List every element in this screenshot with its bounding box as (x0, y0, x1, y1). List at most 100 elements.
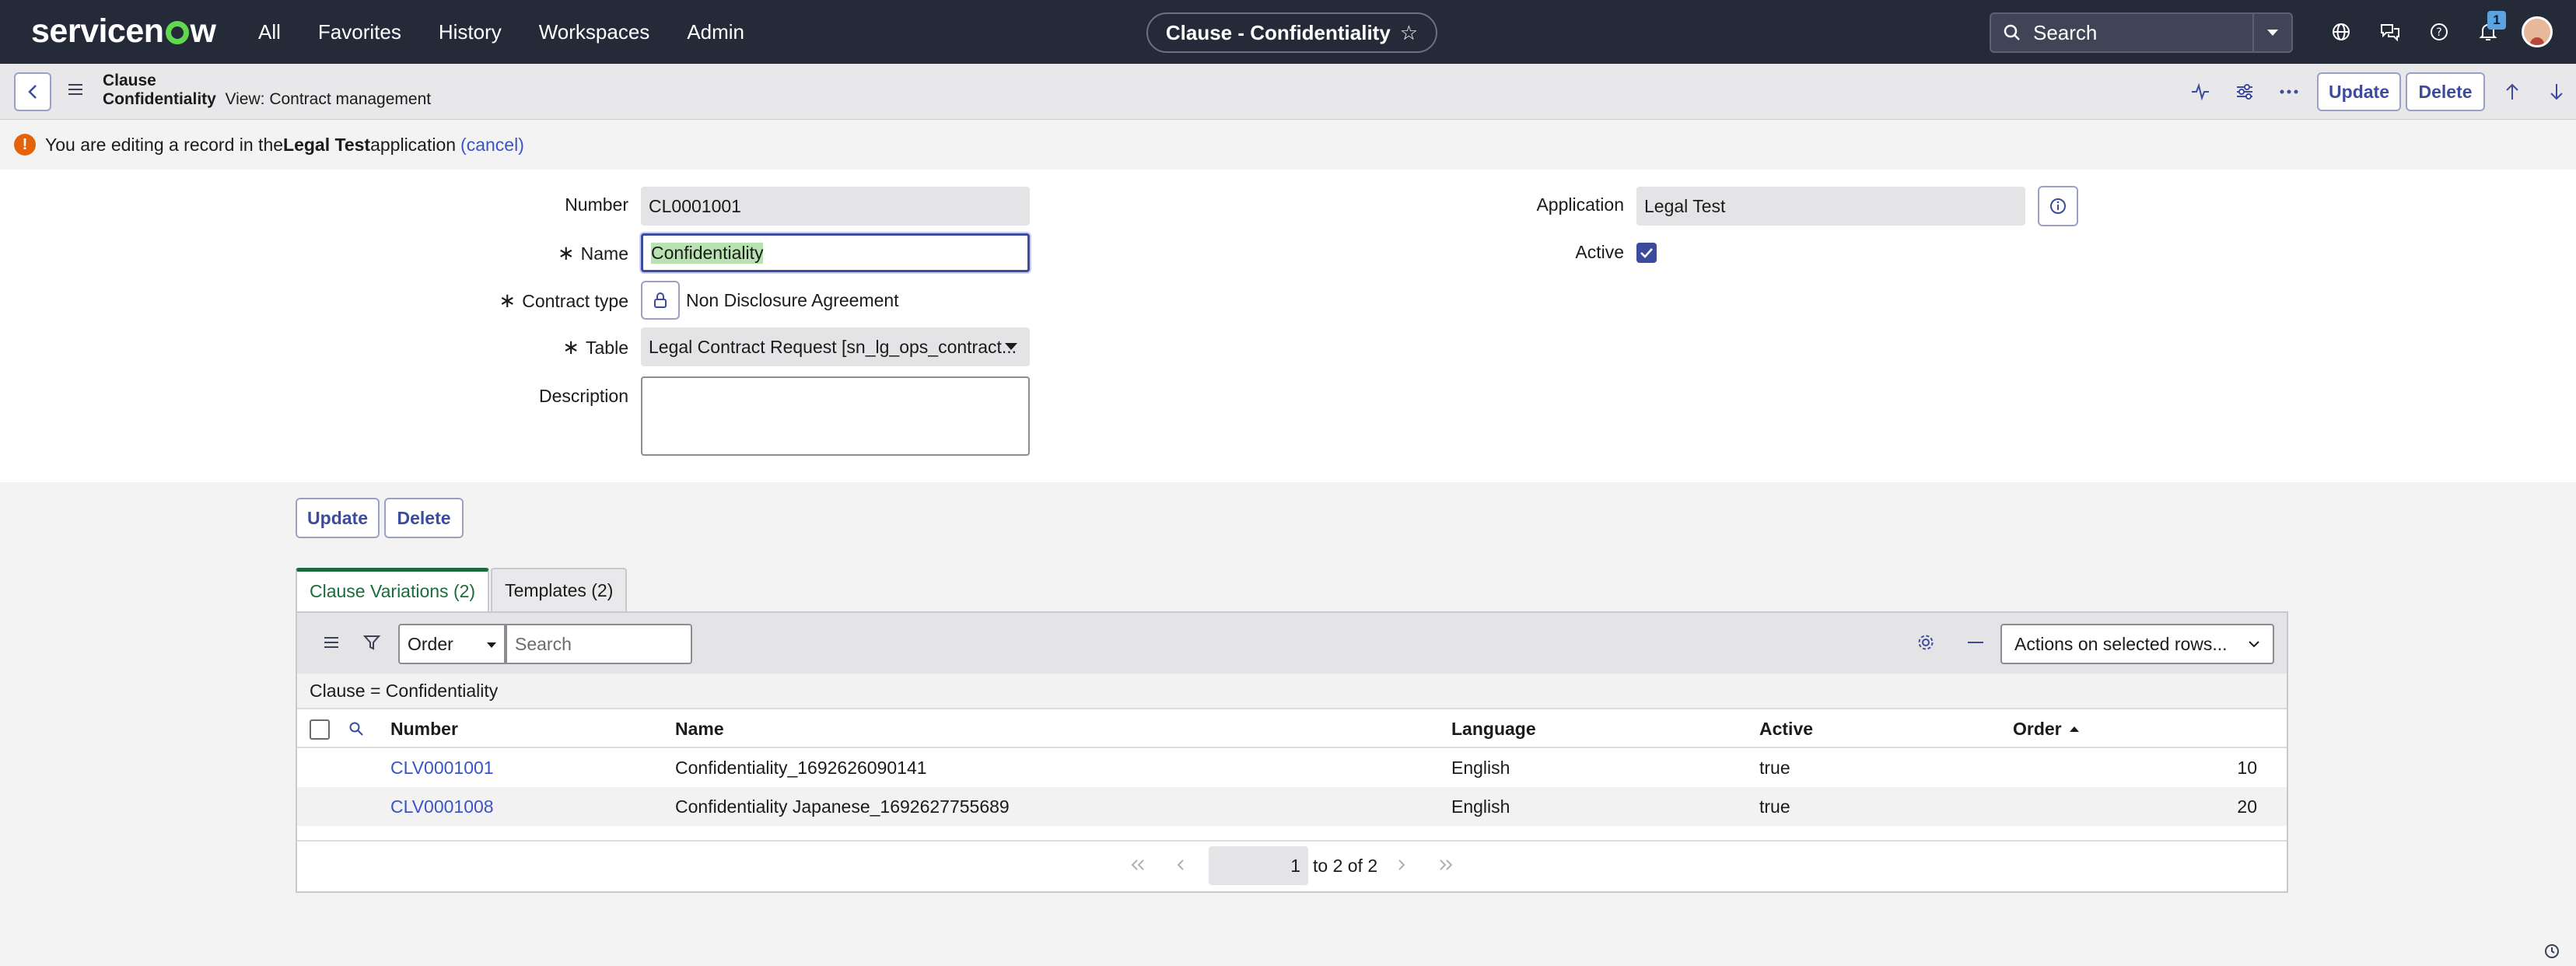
back-icon (28, 85, 37, 99)
back-button[interactable] (14, 72, 51, 111)
number-field[interactable]: CL0001001 (641, 187, 1030, 226)
svg-text:?: ? (2436, 26, 2441, 39)
banner-prefix: You are editing a record in the (45, 134, 284, 155)
column-language[interactable]: Language (1451, 709, 1536, 748)
active-checkbox[interactable] (1636, 243, 1657, 263)
name-field[interactable]: Confidentiality (641, 233, 1030, 272)
row-name: Confidentiality_1692626090141 (675, 757, 927, 778)
list-menu-icon[interactable] (314, 625, 348, 660)
chevron-down-icon[interactable] (2252, 14, 2291, 51)
order-select[interactable]: Order (398, 624, 506, 664)
name-value: Confidentiality (651, 242, 764, 264)
required-icon: ∗ (499, 289, 516, 312)
record-type: Clause (103, 72, 156, 89)
info-button[interactable] (2038, 186, 2078, 226)
caret-down-icon (1005, 343, 1017, 350)
more-icon[interactable] (2266, 72, 2311, 112)
column-name[interactable]: Name (675, 709, 724, 748)
description-field[interactable] (641, 376, 1030, 456)
header-delete-button[interactable]: Delete (2406, 72, 2485, 111)
list-search-input[interactable]: Search (506, 624, 692, 664)
banner-suffix: application (370, 134, 457, 155)
name-label: ∗ Name (436, 241, 628, 265)
nav-history[interactable]: History (439, 20, 502, 44)
clock-icon[interactable] (2543, 943, 2560, 964)
filter-icon[interactable] (355, 625, 389, 660)
arrow-down-icon[interactable] (2534, 72, 2576, 112)
globe-icon[interactable] (2316, 0, 2365, 64)
nav-links: All Favorites History Workspaces Admin (258, 0, 782, 64)
warning-icon: ! (14, 134, 36, 156)
settings-sliders-icon[interactable] (2222, 72, 2266, 112)
banner-app: Legal Test (283, 134, 371, 155)
chevron-down-icon (2249, 641, 2259, 648)
lock-button[interactable] (641, 281, 680, 320)
edit-banner: ! You are editing a record in the Legal … (0, 121, 2576, 169)
nav-workspaces[interactable]: Workspaces (539, 20, 650, 44)
row-language: English (1451, 796, 1510, 817)
application-field[interactable]: Legal Test (1636, 187, 2025, 226)
header-update-button[interactable]: Update (2317, 72, 2401, 111)
record-header: Clause Confidentiality View: Contract ma… (0, 64, 2576, 120)
table-label: ∗ Table (436, 335, 628, 359)
update-button[interactable]: Update (296, 498, 380, 538)
row-active: true (1759, 796, 1790, 817)
select-all-checkbox[interactable] (310, 719, 330, 740)
record-form: Number CL0001001 ∗ Name Confidentiality ∗… (0, 170, 2576, 482)
activity-icon[interactable] (2178, 72, 2222, 112)
search-input[interactable]: Search (2033, 21, 2252, 45)
global-search[interactable]: Search (1990, 12, 2293, 53)
lock-icon (654, 292, 667, 308)
row-language: English (1451, 757, 1510, 778)
chat-icon[interactable] (2365, 0, 2414, 64)
next-page-icon[interactable] (1397, 856, 1406, 876)
row-name: Confidentiality Japanese_1692627755689 (675, 796, 1010, 817)
first-page-icon[interactable] (1129, 856, 1146, 876)
column-order[interactable]: Order (2013, 709, 2081, 748)
user-avatar[interactable] (2512, 0, 2561, 64)
table-select[interactable]: Legal Contract Request [sn_lg_ops_contra… (641, 327, 1030, 366)
cancel-link[interactable]: (cancel) (460, 135, 524, 156)
row-number-link[interactable]: CLV0001008 (390, 796, 494, 817)
number-label: Number (565, 194, 628, 215)
tab-templates[interactable]: Templates (2) (491, 568, 628, 611)
row-order: 20 (2237, 796, 2257, 817)
pagination: 1 to 2 of 2 (297, 840, 2287, 890)
list-toolbar: Order Search Actions on selected rows... (297, 613, 2287, 674)
record-title-pill[interactable]: Clause - Confidentiality ☆ (1146, 12, 1437, 53)
column-active[interactable]: Active (1759, 709, 1813, 748)
bell-icon[interactable]: 1 (2463, 0, 2512, 64)
last-page-icon[interactable] (1437, 856, 1454, 876)
required-icon: ∗ (562, 335, 580, 359)
header-tools: Update Delete (2178, 72, 2576, 112)
view-label[interactable]: View: Contract management (226, 90, 432, 108)
menu-icon[interactable] (67, 81, 84, 102)
check-icon (1640, 248, 1653, 258)
delete-button[interactable]: Delete (384, 498, 464, 538)
page-input[interactable]: 1 (1209, 846, 1308, 885)
list-breadcrumb[interactable]: Clause = Confidentiality (297, 674, 2287, 709)
nav-admin[interactable]: Admin (687, 20, 744, 44)
order-select-value: Order (408, 633, 453, 654)
nav-favorites[interactable]: Favorites (318, 20, 401, 44)
prev-page-icon[interactable] (1176, 856, 1185, 876)
sort-ascending-icon (2069, 726, 2079, 732)
avatar (2521, 16, 2553, 47)
column-search-icon[interactable] (348, 709, 364, 748)
record-display-name: Confidentiality (103, 90, 216, 108)
row-active: true (1759, 757, 1790, 778)
help-icon[interactable]: ? (2414, 0, 2463, 64)
star-icon[interactable]: ☆ (1400, 21, 1418, 45)
description-label: Description (538, 386, 628, 406)
column-number[interactable]: Number (390, 709, 458, 748)
gear-icon[interactable] (1909, 625, 1943, 660)
actions-select[interactable]: Actions on selected rows... (2000, 624, 2274, 664)
servicenow-logo[interactable]: servicen w (31, 11, 216, 51)
tab-clause-variations[interactable]: Clause Variations (2) (296, 568, 490, 611)
arrow-up-icon[interactable] (2490, 72, 2534, 112)
table-value: Legal Contract Request [sn_lg_ops_contra… (649, 336, 1017, 357)
row-number-link[interactable]: CLV0001001 (390, 758, 494, 779)
application-label: Application (1536, 194, 1624, 215)
nav-all[interactable]: All (258, 20, 281, 44)
minus-icon[interactable] (1958, 625, 1993, 660)
